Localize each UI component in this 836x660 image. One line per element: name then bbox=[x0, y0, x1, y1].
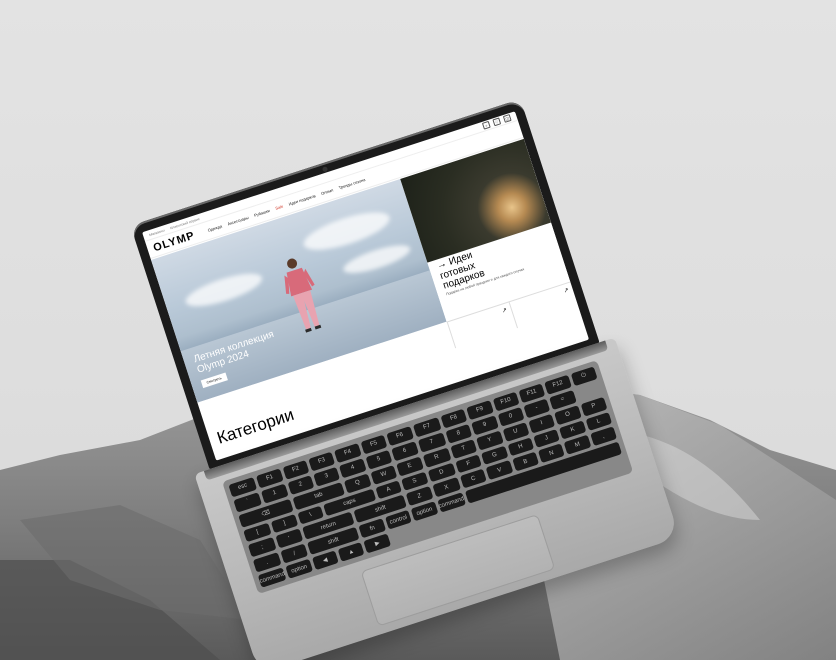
nav-item-shirts[interactable]: Рубашки bbox=[253, 208, 270, 218]
key-5-1[interactable]: control bbox=[384, 510, 413, 530]
bag-icon[interactable]: ◫ bbox=[502, 114, 512, 123]
nav-item-trends[interactable]: Тренды сезона bbox=[338, 177, 366, 190]
key-0-13[interactable]: ⏻ bbox=[570, 366, 598, 387]
key-5-7[interactable]: ◀ bbox=[311, 550, 339, 571]
arrow-up-right-icon: ↗ bbox=[501, 307, 508, 315]
nav-item-olymp[interactable]: Олимп bbox=[320, 187, 333, 196]
nav-item-clothing[interactable]: Одежда bbox=[207, 224, 223, 233]
mockup-scene: Магазины Клиентский сервис ⌕ ♡ ◫ OLYMP О… bbox=[0, 0, 836, 660]
nav-item-accessories[interactable]: Аксессуары bbox=[227, 215, 249, 227]
arrow-up-right-icon: ↗ bbox=[563, 287, 570, 295]
search-icon[interactable]: ⌕ bbox=[481, 120, 491, 130]
key-5-6[interactable]: option bbox=[285, 558, 313, 579]
nav-item-gift-ideas[interactable]: Идеи подарков bbox=[288, 193, 316, 206]
key-5-8[interactable]: ▲ bbox=[337, 542, 365, 562]
key-5-2[interactable]: option bbox=[410, 501, 439, 522]
key-5-9[interactable]: ▶ bbox=[363, 533, 391, 554]
nav-item-sale[interactable]: Sale bbox=[275, 204, 284, 211]
heart-icon[interactable]: ♡ bbox=[492, 117, 502, 127]
